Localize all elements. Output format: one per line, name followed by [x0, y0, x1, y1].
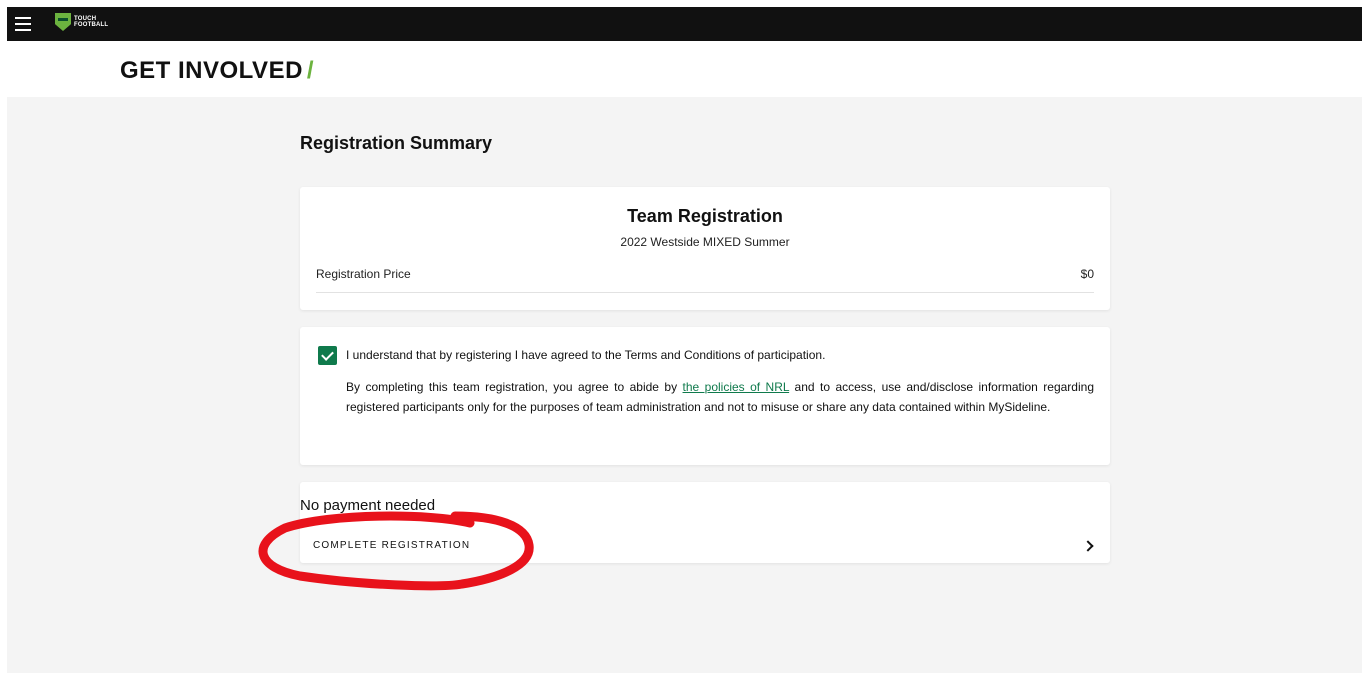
- price-label: Registration Price: [316, 267, 411, 281]
- complete-registration-label: COMPLETE REGISTRATION: [313, 540, 471, 551]
- payment-card: No payment needed COMPLETE REGISTRATION: [300, 482, 1110, 563]
- terms-checkbox[interactable]: [318, 346, 337, 365]
- no-payment-heading: No payment needed: [300, 497, 436, 514]
- terms-paragraph: By completing this team registration, yo…: [346, 377, 1094, 417]
- complete-registration-button[interactable]: COMPLETE REGISTRATION: [300, 528, 1110, 563]
- summary-subtitle: 2022 Westside MIXED Summer: [620, 235, 790, 249]
- summary-title: Team Registration: [627, 206, 783, 226]
- shield-icon: [55, 13, 71, 31]
- page-frame: TOUCH FOOTBALL GET INVOLVED / Registratio…: [7, 7, 1362, 673]
- hamburger-icon[interactable]: [15, 17, 31, 31]
- nrl-policies-link[interactable]: the policies of NRL: [683, 380, 790, 394]
- section-title: Registration Summary: [300, 133, 493, 153]
- page-title-text: GET INVOLVED: [120, 57, 303, 84]
- price-row: Registration Price $0: [316, 267, 1094, 293]
- registration-summary-card: Team Registration 2022 Westside MIXED Su…: [300, 187, 1110, 310]
- page-header: GET INVOLVED /: [7, 41, 1362, 97]
- touch-football-logo[interactable]: TOUCH FOOTBALL: [55, 13, 108, 31]
- price-value: $0: [1080, 267, 1094, 281]
- terms-checkbox-label: I understand that by registering I have …: [346, 348, 826, 362]
- terms-card: I understand that by registering I have …: [300, 327, 1110, 465]
- top-navbar: TOUCH FOOTBALL: [7, 7, 1362, 41]
- terms-para-before: By completing this team registration, yo…: [346, 380, 683, 394]
- chevron-right-icon: [1082, 539, 1094, 552]
- title-slash: /: [306, 57, 315, 84]
- logo-text-line2: FOOTBALL: [74, 22, 109, 28]
- page-title: GET INVOLVED /: [120, 57, 314, 85]
